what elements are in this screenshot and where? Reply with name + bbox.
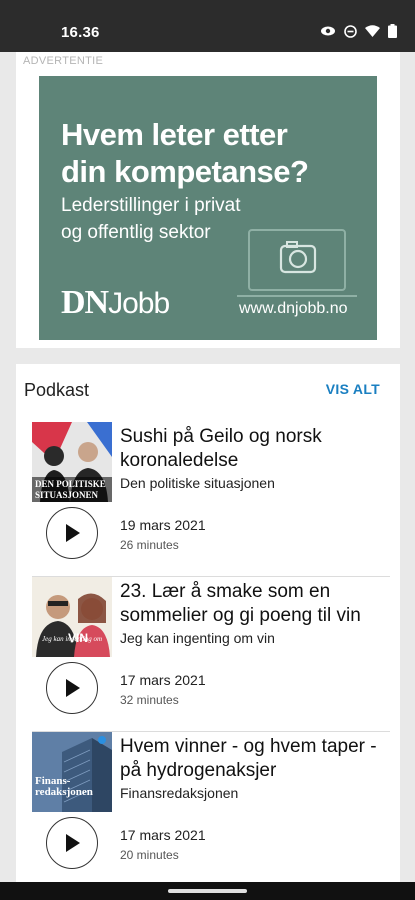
ad-headline-line: din kompetanse?: [61, 154, 309, 189]
status-time: 16.36: [61, 24, 100, 41]
play-button[interactable]: [46, 662, 98, 714]
thumbnail-label: VIN: [68, 631, 89, 645]
ad-banner[interactable]: Hvem leter etter din kompetanse? Lederst…: [39, 76, 377, 340]
section-title: Podkast: [24, 380, 90, 400]
dnjobb-logo: DNJobb: [61, 284, 170, 322]
episode-date: 17 mars 2021: [120, 672, 206, 688]
episode-show: Den politiske situasjonen: [120, 475, 275, 491]
logo-jobb: Jobb: [108, 287, 170, 320]
episode-thumbnail: Jeg kan ingenting om VIN: [32, 577, 112, 657]
episode-thumbnail: DEN POLITISKE SITUASJONEN: [32, 422, 112, 502]
status-bar: 16.36: [0, 0, 415, 52]
play-icon: [66, 679, 80, 697]
ad-subtext-line: og offentlig sektor: [61, 222, 211, 243]
thumbnail-art: Jeg kan ingenting om: [32, 577, 112, 657]
thumbnail-label-line: redaksjonen: [35, 786, 93, 798]
play-icon: [66, 834, 80, 852]
ad-subtext-line: Lederstillinger i privat: [61, 195, 241, 216]
thumbnail-art: [32, 732, 112, 812]
podcast-episode[interactable]: DEN POLITISKE SITUASJONEN Sushi på Geilo…: [16, 422, 400, 577]
ad-url: www.dnjobb.no: [239, 300, 348, 317]
do-not-disturb-icon: [344, 24, 357, 38]
podcast-episode[interactable]: Jeg kan ingenting om VIN 23. Lær å smake…: [16, 577, 400, 732]
logo-dn: DN: [61, 284, 109, 321]
episode-title: Hvem vinner - og hvem taper - på hydroge…: [120, 736, 377, 781]
episode-thumbnail: Finans- redaksjonen: [32, 732, 112, 812]
play-button[interactable]: [46, 817, 98, 869]
episode-show: Jeg kan ingenting om vin: [120, 630, 275, 646]
status-icons: [320, 24, 397, 38]
thumbnail-label: DEN POLITISKE SITUASJONEN: [35, 479, 106, 501]
thumbnail-label-line: SITUASJONEN: [35, 490, 99, 500]
episode-duration: 20 minutes: [120, 848, 179, 862]
play-icon: [66, 524, 80, 542]
feed-content[interactable]: ADVERTENTIE Hvem leter etter din kompeta…: [0, 52, 415, 882]
podcast-episode[interactable]: Finans- redaksjonen Hvem vinner - og hve…: [16, 732, 400, 882]
laptop-camera-icon: [237, 229, 357, 297]
ad-subtext: Lederstillinger i privat og offentlig se…: [61, 192, 241, 246]
episode-show: Finansredaksjonen: [120, 785, 239, 801]
episode-date: 19 mars 2021: [120, 517, 206, 533]
ad-headline: Hvem leter etter din kompetanse?: [61, 116, 309, 190]
play-button[interactable]: [46, 507, 98, 559]
home-handle[interactable]: [168, 889, 247, 893]
episode-duration: 26 minutes: [120, 538, 179, 552]
thumbnail-label-line: DEN POLITISKE: [35, 479, 106, 489]
ad-headline-line: Hvem leter etter: [61, 117, 288, 152]
thumbnail-label: Finans- redaksjonen: [35, 776, 93, 798]
wifi-icon: [365, 25, 380, 37]
ad-label: ADVERTENTIE: [23, 55, 104, 67]
episode-duration: 32 minutes: [120, 693, 179, 707]
eye-icon: [321, 26, 335, 36]
episode-title: Sushi på Geilo og norsk koronaledelse: [120, 426, 322, 471]
battery-icon: [388, 24, 397, 38]
view-all-link[interactable]: VIS ALT: [326, 381, 380, 397]
ad-card: ADVERTENTIE Hvem leter etter din kompeta…: [16, 52, 400, 348]
thumbnail-label-line: VIN: [68, 631, 89, 645]
episode-title: 23. Lær å smake som en sommelier og gi p…: [120, 581, 361, 626]
navigation-bar: [0, 882, 415, 900]
podcast-section: Podkast VIS ALT DEN POLITISKE SITUASJONE…: [16, 364, 400, 882]
episode-date: 17 mars 2021: [120, 827, 206, 843]
